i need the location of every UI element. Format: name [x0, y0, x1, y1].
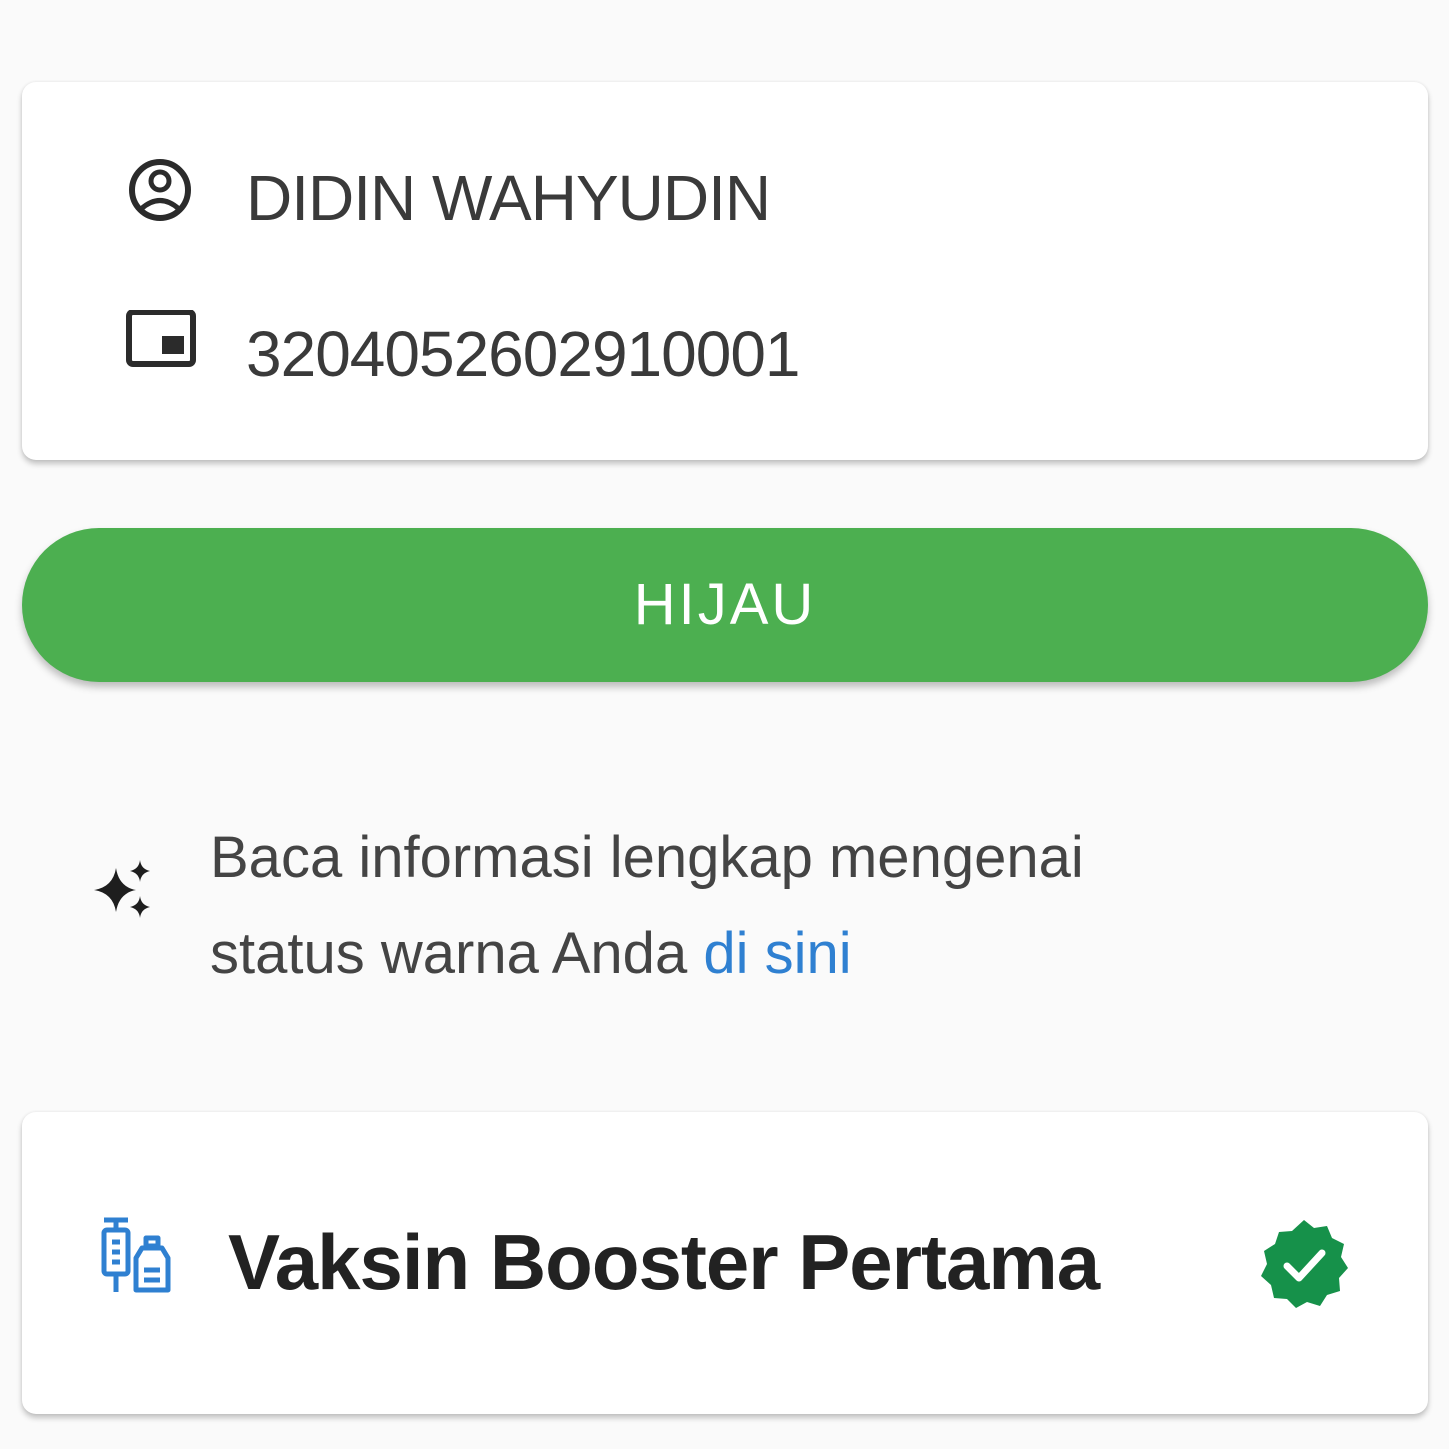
- verified-check-badge-icon: [1256, 1216, 1352, 1312]
- syringe-vial-icon: [92, 1214, 176, 1298]
- vaccine-card[interactable]: Vaksin Booster Pertama: [22, 1112, 1428, 1414]
- sparkles-icon: [88, 856, 160, 928]
- id-card-icon: [124, 309, 196, 382]
- info-line-2: status warna Anda: [210, 921, 704, 986]
- name-row: DIDIN WAHYUDIN: [22, 154, 1428, 234]
- nik-number: 3204052602910001: [246, 318, 800, 390]
- account-circle-icon: [124, 154, 196, 226]
- info-link[interactable]: di sini: [703, 921, 851, 986]
- holder-name: DIDIN WAHYUDIN: [246, 162, 771, 234]
- identity-card: DIDIN WAHYUDIN 3204052602910001: [22, 82, 1428, 460]
- status-info: Baca informasi lengkap mengenai status w…: [0, 810, 1449, 1000]
- info-text: Baca informasi lengkap mengenai status w…: [210, 810, 1310, 1002]
- nik-row: 3204052602910001: [22, 309, 1428, 390]
- vaccine-title: Vaksin Booster Pertama: [228, 1218, 1100, 1306]
- info-line-1: Baca informasi lengkap mengenai: [210, 825, 1084, 890]
- status-color-button[interactable]: HIJAU: [22, 528, 1428, 682]
